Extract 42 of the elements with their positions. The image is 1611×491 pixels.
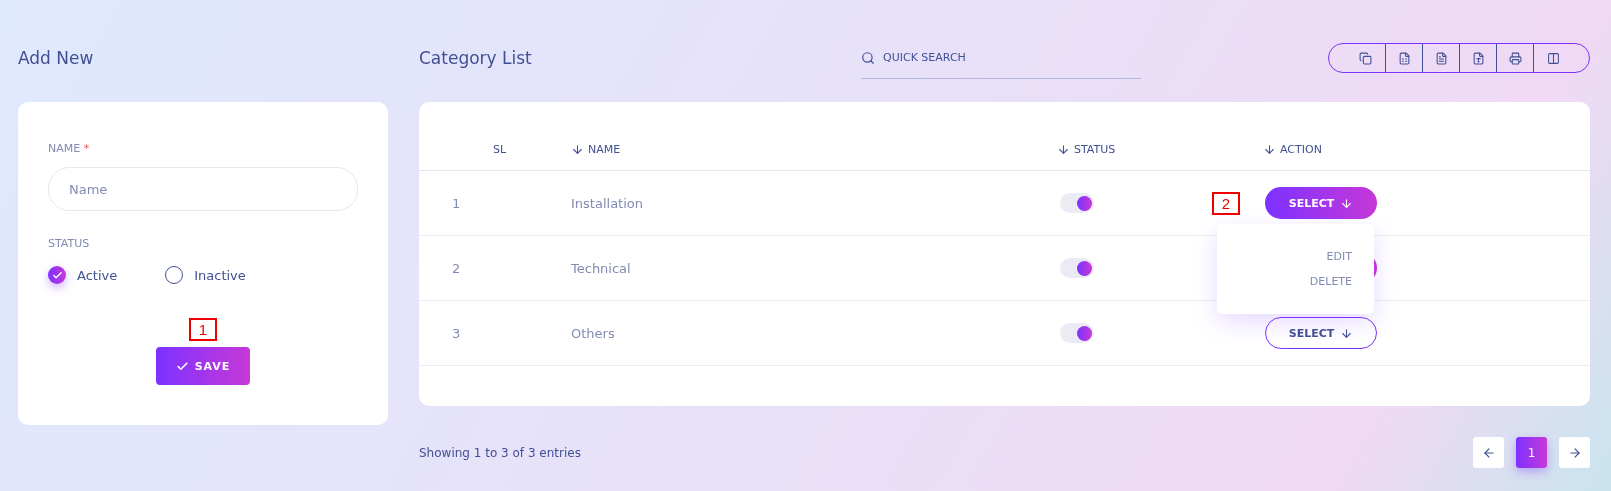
table-cell: 1 (452, 195, 461, 211)
table-cell: 2 (452, 260, 461, 276)
print-icon (1508, 51, 1522, 65)
spreadsheet-file-icon (1397, 51, 1411, 65)
sort-arrow-icon[interactable] (571, 142, 584, 156)
name-input-field[interactable]: Name (48, 167, 358, 211)
file-type-icon (1471, 51, 1485, 65)
sort-arrow-icon[interactable] (1057, 142, 1070, 156)
status-radio[interactable]: Inactive (165, 266, 246, 284)
copy-icon (1358, 51, 1372, 65)
section-title: Add New (18, 48, 94, 68)
entries-summary: Showing 1 to 3 of 3 entries (419, 445, 581, 460)
field-label: STATUS (48, 237, 91, 250)
document-icon (1434, 51, 1448, 65)
column-header[interactable]: SL (493, 142, 507, 156)
search-icon (861, 50, 875, 65)
check-icon (175, 359, 189, 373)
table-cell: 3 (452, 325, 461, 341)
field-label: NAME * (48, 142, 91, 155)
table-cell: Others (571, 325, 615, 341)
select-button[interactable]: SELECT (1265, 187, 1377, 219)
sort-arrow-icon[interactable] (1263, 142, 1276, 156)
column-header[interactable]: ACTION (1280, 142, 1322, 156)
status-toggle[interactable] (1060, 258, 1094, 278)
table-cell: Technical (571, 260, 631, 276)
callout-marker: 1 (189, 318, 217, 341)
table-cell: Installation (571, 195, 643, 211)
down-arrow-icon (1340, 196, 1354, 210)
callout-marker: 2 (1212, 192, 1240, 215)
down-arrow-icon (1340, 326, 1354, 340)
columns-icon (1547, 51, 1560, 65)
select-button[interactable]: SELECT (1265, 317, 1377, 349)
status-radio[interactable]: Active (48, 266, 118, 284)
column-header[interactable]: NAME (588, 142, 621, 156)
status-toggle[interactable] (1060, 193, 1094, 213)
column-header[interactable]: STATUS (1074, 142, 1116, 156)
save-button[interactable]: SAVE (155, 347, 251, 385)
status-toggle[interactable] (1060, 323, 1094, 343)
search-field[interactable]: QUICK SEARCH (861, 37, 1141, 79)
page-button[interactable]: 1 (1516, 437, 1547, 468)
checked-radio-icon[interactable] (48, 266, 66, 284)
section-title: Category List (419, 48, 532, 68)
